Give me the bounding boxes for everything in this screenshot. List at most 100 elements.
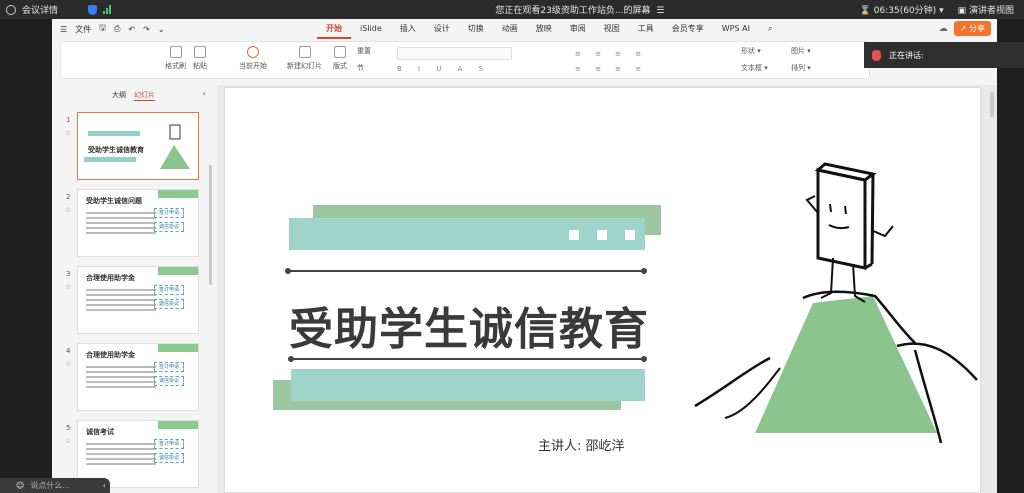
thumb-decor-bar xyxy=(84,157,136,162)
share-button[interactable]: ↗ 分享 xyxy=(953,21,991,36)
meeting-details-label[interactable]: 会议详情 xyxy=(22,3,58,16)
collapse-panel-icon[interactable]: ‹ xyxy=(202,89,206,99)
chat-input[interactable]: 说点什么... xyxy=(30,480,70,491)
thumb-title: 诚信考试 xyxy=(86,428,114,436)
layout-icon xyxy=(334,46,346,58)
section-button[interactable]: 节 xyxy=(357,63,364,73)
thumb-chip: 签订申请 xyxy=(154,285,184,295)
tab-design[interactable]: 设计 xyxy=(425,19,459,39)
chat-input-bar[interactable]: ☺ 说点什么... ‹ xyxy=(0,478,110,493)
thumb-title: 受助学生诚信问题 xyxy=(86,197,142,205)
tab-outline[interactable]: 大纲 xyxy=(112,90,126,101)
cloud-icon[interactable]: ☁ xyxy=(939,24,948,34)
clipboard-icon xyxy=(194,46,206,58)
tab-review[interactable]: 审阅 xyxy=(561,19,595,39)
speaking-indicator: 正在讲话: xyxy=(864,42,1024,68)
tab-slides[interactable]: 幻灯片 xyxy=(134,90,155,101)
arrange-button[interactable]: 排列 ▾ xyxy=(791,63,811,73)
tab-animation[interactable]: 动画 xyxy=(493,19,527,39)
collapse-chat-icon[interactable]: ‹ xyxy=(103,481,110,490)
print-icon[interactable]: ⎙ xyxy=(114,24,120,34)
tab-slideshow[interactable]: 放映 xyxy=(527,19,561,39)
meeting-topbar: 会议详情 您正在观看23级资助工作站负...的屏幕 ☰ ⌛ 06:35(60分钟… xyxy=(0,0,1024,19)
top-banner-front xyxy=(289,218,645,250)
thumb-chip: 诚信协议 xyxy=(154,453,184,463)
tab-islide[interactable]: iSlide xyxy=(351,19,391,39)
undo-icon[interactable]: ↶ xyxy=(128,25,135,34)
slide-thumb-2[interactable]: 受助学生诚信问题 签订申请 诚信协议 xyxy=(77,189,199,257)
shield-icon[interactable] xyxy=(88,4,98,15)
thumb-corner xyxy=(158,190,198,198)
star-icon[interactable]: ☆ xyxy=(65,283,71,291)
more-icon[interactable]: ⌄ xyxy=(158,25,165,34)
screen-share-title: 您正在观看23级资助工作站负...的屏幕 ☰ xyxy=(495,6,665,16)
shape-button[interactable]: 形状 ▾ xyxy=(741,46,761,56)
play-from-current-button[interactable]: 当前开始 xyxy=(239,46,267,71)
thumb-chip: 签订申请 xyxy=(154,208,184,218)
thumb-number: 1 xyxy=(66,116,71,124)
thumb-number: 4 xyxy=(66,347,71,355)
picture-button[interactable]: 图片 ▾ xyxy=(791,46,811,56)
panel-tabs: 大纲 幻灯片 xyxy=(52,85,212,101)
brush-icon xyxy=(169,46,182,58)
search-icon[interactable]: ⌕ xyxy=(759,19,781,39)
file-menu[interactable]: 文件 xyxy=(75,24,91,35)
thumb-chip: 诚信协议 xyxy=(154,376,184,386)
presenter-name: 主讲人: 邵屹洋 xyxy=(538,439,625,454)
reset-button[interactable]: 重置 xyxy=(357,46,371,56)
thumb-mountain-figure xyxy=(160,124,190,169)
thumb-corner xyxy=(158,421,198,429)
bottom-banner-front xyxy=(291,369,645,401)
font-style-buttons[interactable]: B I U A S xyxy=(397,65,490,73)
tab-tools[interactable]: 工具 xyxy=(629,19,663,39)
slide-thumb-1[interactable]: 受助学生诚信教育 xyxy=(77,112,199,180)
ribbon-tabs: 开始 iSlide 插入 设计 切换 动画 放映 审阅 视图 工具 会员专享 W… xyxy=(317,19,781,39)
menu-icon[interactable]: ☰ xyxy=(653,6,664,16)
slide-title: 受助学生诚信教育 xyxy=(289,304,649,355)
thumb-corner xyxy=(158,267,198,275)
tab-view[interactable]: 视图 xyxy=(595,19,629,39)
tab-home[interactable]: 开始 xyxy=(317,19,351,39)
thumb-title: 受助学生诚信教育 xyxy=(88,146,144,154)
thumb-title: 合理使用助学金 xyxy=(86,351,135,359)
star-icon[interactable]: ☆ xyxy=(65,437,71,445)
hamburger-icon[interactable]: ☰ xyxy=(60,25,67,34)
tab-insert[interactable]: 插入 xyxy=(391,19,425,39)
info-icon[interactable] xyxy=(6,4,16,15)
align-buttons[interactable]: ≡ ≡ ≡ ≡ xyxy=(575,65,647,73)
layout-button[interactable]: 版式 xyxy=(333,46,347,71)
thumb-chip: 诚信协议 xyxy=(154,222,184,232)
tab-wps-ai[interactable]: WPS AI xyxy=(713,19,759,39)
thumb-decor-bar xyxy=(88,131,140,136)
thumbnail-scrollbar[interactable] xyxy=(209,165,212,285)
new-slide-button[interactable]: 新建幻灯片 xyxy=(287,46,322,71)
star-icon[interactable]: ☆ xyxy=(65,129,71,137)
textbox-button[interactable]: 文本框 ▾ xyxy=(741,63,768,73)
format-painter-button[interactable]: 格式刷 xyxy=(165,46,186,71)
thumb-chip: 诚信协议 xyxy=(154,299,184,309)
thumb-title: 合理使用助学金 xyxy=(86,274,135,282)
tab-member[interactable]: 会员专享 xyxy=(663,19,713,39)
redo-icon[interactable]: ↷ xyxy=(143,25,150,34)
thumb-chip: 签订申请 xyxy=(154,439,184,449)
thumb-text-lines xyxy=(86,443,156,468)
current-slide[interactable]: 受助学生诚信教育 主讲人: 邵屹洋 xyxy=(225,88,980,492)
mountain-character-illustration xyxy=(694,162,978,444)
thumb-number: 2 xyxy=(66,193,71,201)
signal-icon[interactable] xyxy=(103,5,112,14)
tab-transitions[interactable]: 切换 xyxy=(459,19,493,39)
slide-thumb-4[interactable]: 合理使用助学金 签订申请 诚信协议 xyxy=(77,343,199,411)
star-icon[interactable]: ☆ xyxy=(65,360,71,368)
font-family-select[interactable] xyxy=(397,47,512,60)
paste-button[interactable]: 粘贴 xyxy=(193,46,207,71)
star-icon[interactable]: ☆ xyxy=(65,206,71,214)
slide-scrollbar[interactable] xyxy=(990,92,994,117)
paragraph-buttons[interactable]: ≡ ≡ ≡ ≡ xyxy=(575,50,647,58)
thumb-number: 5 xyxy=(66,424,71,432)
save-icon[interactable]: 🖫 xyxy=(99,22,106,36)
chat-icon[interactable]: ☺ xyxy=(16,481,24,490)
wps-window: ☰ 文件 🖫 ⎙ ↶ ↷ ⌄ 开始 iSlide 插入 设计 切换 动画 放映 … xyxy=(52,19,997,493)
view-mode-button[interactable]: ▣ 演讲者视图 xyxy=(958,3,1014,16)
timer[interactable]: ⌛ 06:35(60分钟) ▾ xyxy=(860,3,944,16)
slide-thumb-3[interactable]: 合理使用助学金 签订申请 诚信协议 xyxy=(77,266,199,334)
